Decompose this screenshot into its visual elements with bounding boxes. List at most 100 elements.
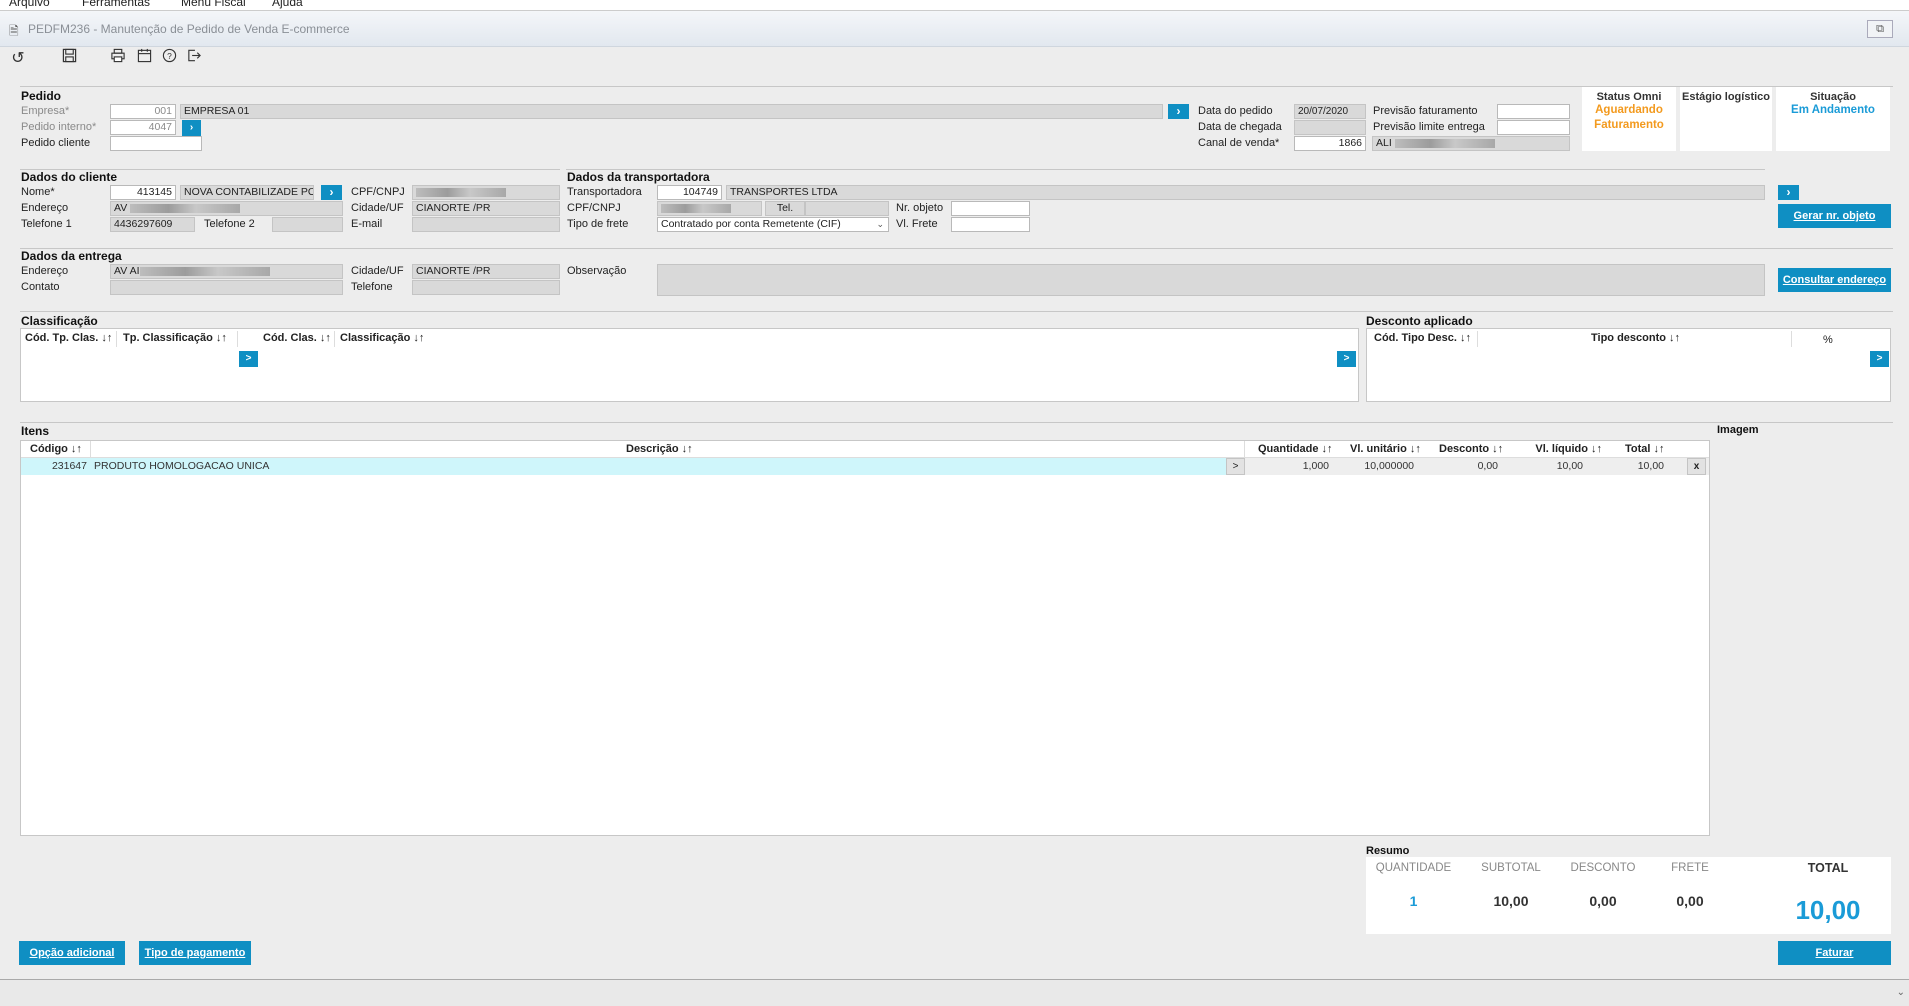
previsao-faturamento-field[interactable] [1497, 104, 1570, 119]
vl-frete-field[interactable] [951, 217, 1030, 232]
transportadora-section-title: Dados da transportadora [567, 170, 710, 184]
faturar-button[interactable]: Faturar [1778, 941, 1891, 965]
telefone1-label: Telefone 1 [21, 218, 72, 230]
vl-frete-label: Vl. Frete [896, 218, 938, 230]
consultar-endereco-button[interactable]: Consultar endereço [1778, 268, 1891, 292]
observacao-label: Observação [567, 265, 627, 277]
window-title: PEDFM236 - Manutenção de Pedido de Venda… [28, 22, 350, 36]
divider [20, 311, 1893, 312]
tipo-frete-select[interactable]: Contratado por conta Remetente (CIF) ⌄ [657, 217, 889, 232]
status-omni-box: Status Omni Aguardando Faturamento [1582, 87, 1676, 151]
entrega-cidade-label: Cidade/UF [351, 265, 404, 277]
col-tipo-desconto[interactable]: Tipo desconto ↓↑ [1591, 332, 1680, 344]
cpf-cnpj-label: CPF/CNPJ [351, 186, 405, 198]
resumo-frete-value: 0,00 [1676, 893, 1704, 909]
item-remove-button[interactable]: x [1687, 458, 1706, 475]
resumo-desconto-value: 0,00 [1589, 893, 1617, 909]
resumo-quantidade-label: QUANTIDADE [1375, 862, 1452, 874]
status-omni-line2: Faturamento [1594, 119, 1664, 131]
classificacao-grid: Cód. Tp. Clas. ↓↑ Tp. Classificação ↓↑ C… [20, 328, 1359, 402]
entrega-endereco-field: AV AI [110, 264, 343, 279]
col-tp-classificacao[interactable]: Tp. Classificação ↓↑ [123, 332, 227, 344]
email-label: E-mail [351, 218, 383, 230]
pedido-interno-search-button[interactable]: › [182, 120, 201, 136]
col-total[interactable]: Total ↓↑ [1625, 443, 1665, 455]
status-bar: ⌄ [0, 979, 1909, 1006]
transportadora-code-field[interactable]: 104749 [657, 185, 722, 200]
telefone2-field [272, 217, 343, 232]
transportadora-search-button[interactable]: › [1778, 185, 1799, 200]
entrega-telefone-label: Telefone [351, 281, 393, 293]
pedido-cliente-field[interactable] [110, 136, 202, 151]
entrega-telefone-field [412, 280, 560, 295]
col-classificacao[interactable]: Classificação ↓↑ [340, 332, 424, 344]
observacao-field [657, 264, 1765, 296]
nome-code-field[interactable]: 413145 [110, 185, 176, 200]
menu-item-ferramentas[interactable]: Ferramentas [82, 0, 150, 9]
window-titlebar: 🗎 PEDFM236 - Manutenção de Pedido de Ven… [0, 11, 1909, 47]
resumo-quantidade-value: 1 [1409, 893, 1418, 909]
previsao-entrega-label: Previsão limite entrega [1373, 121, 1485, 133]
menu-item-arquivo[interactable]: Arquivo [9, 0, 50, 9]
empresa-code-field[interactable]: 001 [110, 104, 176, 119]
itens-grid-header: Código ↓↑ Descrição ↓↑ Quantidade ↓↑ Vl.… [21, 441, 1709, 458]
help-icon[interactable]: ? [158, 48, 180, 70]
table-row[interactable]: 231647 PRODUTO HOMOLOGACAO UNICA > 1,000… [21, 458, 1709, 475]
cliente-section-title: Dados do cliente [21, 170, 118, 184]
col-vl-unitario[interactable]: Vl. unitário ↓↑ [1350, 443, 1421, 455]
nr-objeto-field[interactable] [951, 201, 1030, 216]
gerar-nr-objeto-button[interactable]: Gerar nr. objeto [1778, 204, 1891, 228]
item-desconto: 0,00 [1477, 460, 1498, 472]
item-detail-button[interactable]: > [1226, 458, 1245, 475]
desconto-grid: Cód. Tipo Desc. ↓↑ Tipo desconto ↓↑ % > [1366, 328, 1891, 402]
itens-section-title: Itens [21, 424, 50, 438]
pedido-interno-field[interactable]: 4047 [110, 120, 176, 135]
transportadora-name-field: TRANSPORTES LTDA [726, 185, 1765, 200]
empresa-search-button[interactable]: › [1168, 104, 1189, 119]
situacao-box: Situação Em Andamento [1776, 87, 1890, 151]
telefone1-field: 4436297609 [110, 217, 195, 232]
opcao-adicional-button[interactable]: Opção adicional [19, 941, 125, 965]
col-codigo[interactable]: Código ↓↑ [30, 443, 82, 455]
col-quantidade[interactable]: Quantidade ↓↑ [1258, 443, 1333, 455]
col-percent[interactable]: % [1823, 334, 1833, 346]
resumo-total-label: TOTAL [1807, 861, 1849, 875]
col-vl-liquido[interactable]: Vl. líquido ↓↑ [1490, 443, 1602, 455]
transp-cpf-label: CPF/CNPJ [567, 202, 621, 214]
col-cod-tipo-desc[interactable]: Cód. Tipo Desc. ↓↑ [1374, 332, 1471, 344]
resumo-frete-label: FRETE [1671, 862, 1709, 874]
print-icon[interactable] [107, 48, 129, 70]
nr-objeto-label: Nr. objeto [896, 202, 944, 214]
canal-venda-label: Canal de venda* [1198, 137, 1280, 149]
menu-item-menu-fiscal[interactable]: Menu Fiscal [181, 0, 246, 9]
endereco-field: AV [110, 201, 343, 216]
resumo-subtotal-value: 10,00 [1493, 893, 1529, 909]
col-cod-tp-clas[interactable]: Cód. Tp. Clas. ↓↑ [25, 332, 112, 344]
endereco-label: Endereço [21, 202, 69, 214]
classificacao-tp-nav-button[interactable]: > [239, 351, 258, 367]
transp-tel-field [805, 201, 889, 216]
resumo-desconto-label: DESCONTO [1570, 862, 1636, 874]
classificacao-nav-button[interactable]: > [1337, 351, 1356, 367]
col-cod-clas[interactable]: Cód. Clas. ↓↑ [263, 332, 331, 344]
cliente-search-button[interactable]: › [321, 185, 342, 200]
canal-venda-code-field[interactable]: 1866 [1294, 136, 1366, 151]
save-icon[interactable] [58, 48, 80, 70]
imagem-title: Imagem [1717, 424, 1759, 436]
undo-icon[interactable]: ↺ [7, 48, 29, 70]
menu-item-ajuda[interactable]: Ajuda [272, 0, 303, 9]
empresa-name-field: EMPRESA 01 [180, 104, 1163, 119]
restore-window-button[interactable]: ⧉ [1867, 20, 1893, 38]
col-descricao[interactable]: Descrição ↓↑ [626, 443, 693, 455]
desconto-nav-button[interactable]: > [1870, 351, 1889, 367]
resumo-subtotal-label: SUBTOTAL [1481, 862, 1541, 874]
item-vl-liquido: 10,00 [1556, 460, 1583, 472]
tipo-pagamento-button[interactable]: Tipo de pagamento [139, 941, 251, 965]
data-pedido-label: Data do pedido [1198, 105, 1273, 117]
calendar-icon[interactable] [133, 48, 155, 70]
nome-label: Nome* [21, 186, 55, 198]
previsao-entrega-field[interactable] [1497, 120, 1570, 135]
item-codigo: 231647 [51, 460, 87, 472]
pedido-cliente-label: Pedido cliente [21, 137, 91, 149]
exit-icon[interactable] [183, 48, 205, 70]
